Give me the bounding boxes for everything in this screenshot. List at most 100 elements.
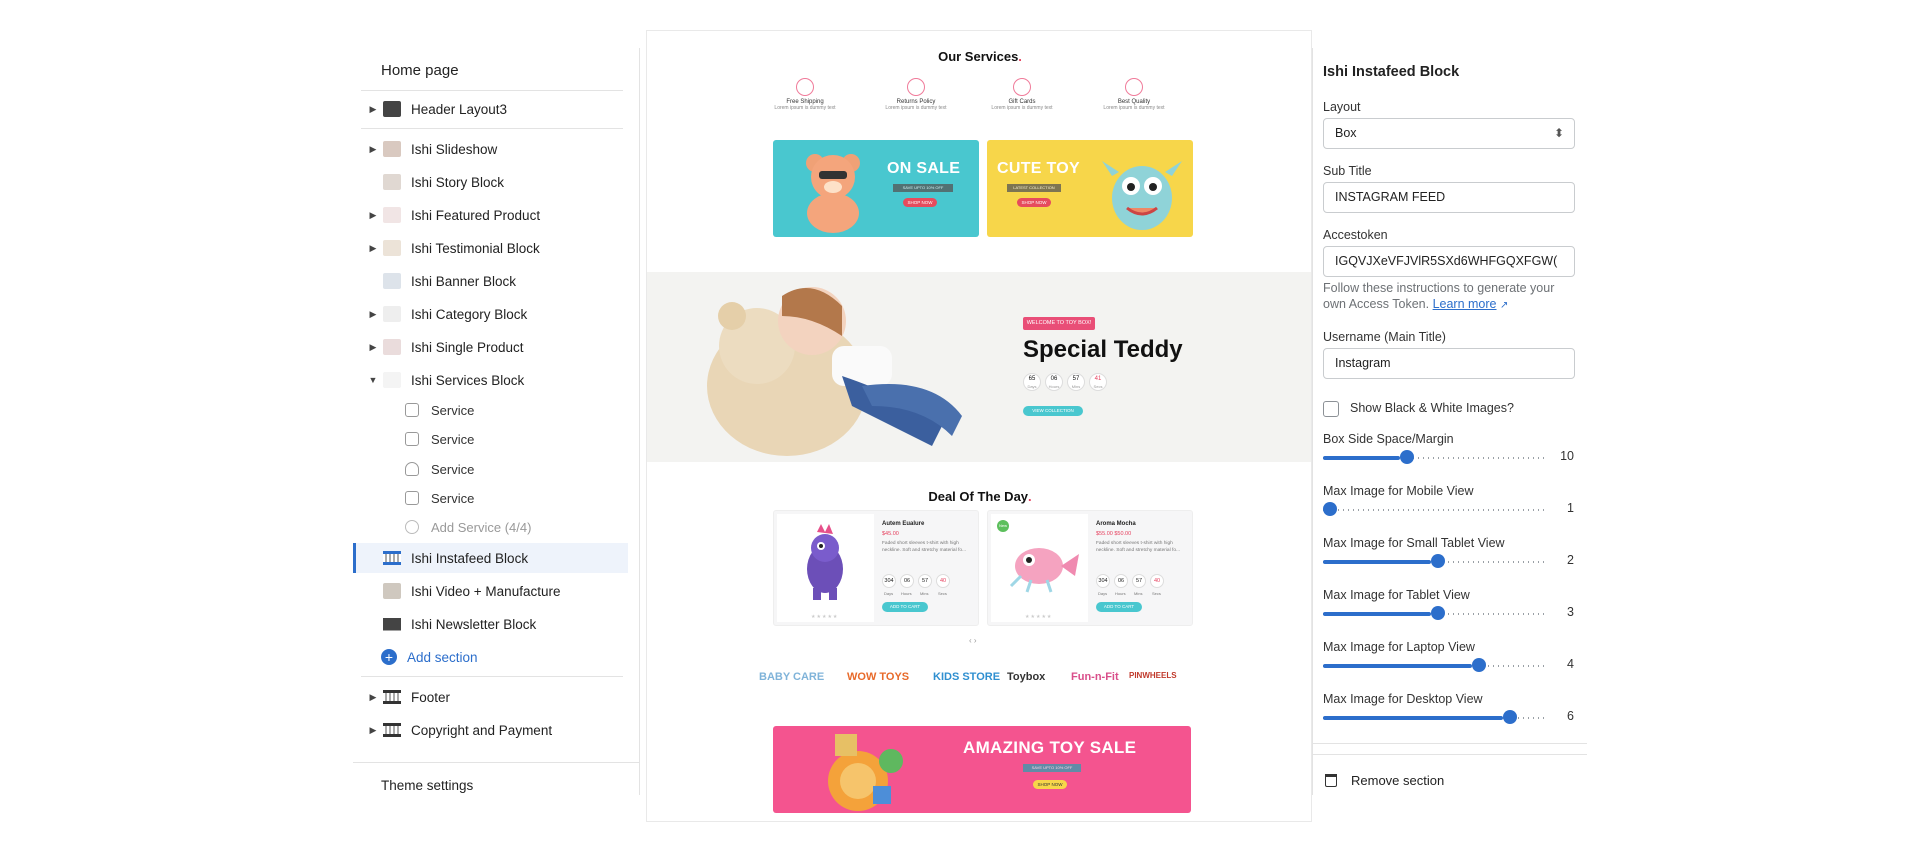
sidebar-item-single-product[interactable]: ▶ Ishi Single Product [353, 332, 628, 362]
slider-track[interactable] [1323, 509, 1548, 511]
product-name[interactable]: Aroma Mocha [1096, 521, 1136, 527]
slider-knob[interactable] [1399, 450, 1414, 464]
range-slider[interactable] [1323, 710, 1548, 724]
carousel-arrows[interactable]: ‹ › [969, 636, 977, 645]
section-block-icon [383, 723, 401, 737]
add-to-cart-button[interactable]: ADD TO CART [1096, 602, 1142, 612]
brand-logo[interactable]: PINWHEELS [1129, 671, 1177, 680]
service-item: Best Quality Lorem ipsum is dummy text [1079, 78, 1189, 111]
sidebar-item-banner[interactable]: Ishi Banner Block [353, 266, 628, 296]
caret-icon[interactable]: ▶ [363, 210, 383, 221]
banner-title: AMAZING TOY SALE [963, 738, 1137, 757]
layout-select[interactable]: Box [1323, 118, 1575, 149]
section-thumbnail [383, 240, 401, 256]
caret-icon[interactable]: ▶ [363, 725, 383, 736]
brand-logo[interactable]: WOW TOYS [847, 671, 909, 683]
brand-logo[interactable]: Fun-n-Fit [1071, 671, 1119, 683]
storefront-preview: Our Services. Free Shipping Lorem ipsum … [646, 30, 1312, 822]
sidebar-subitem-service[interactable]: Service [353, 483, 628, 513]
slider-knob[interactable] [1323, 502, 1337, 516]
truck-icon [796, 78, 814, 96]
brand-logo[interactable]: BABY CARE [759, 671, 824, 683]
sidebar-item-slideshow[interactable]: ▶ Ishi Slideshow [353, 134, 628, 164]
brand-logo[interactable]: KIDS STORE [933, 671, 1000, 683]
learn-more-link[interactable]: Learn more [1433, 297, 1497, 311]
sidebar-item-instafeed[interactable]: Ishi Instafeed Block [353, 543, 628, 573]
username-input[interactable]: Instagram [1323, 348, 1575, 379]
sidebar-subitem-service[interactable]: Service [353, 424, 628, 454]
deal-product-card[interactable]: ★★★★★ New Aroma Mocha $55.00 $50.00 Fade… [987, 510, 1193, 626]
theme-settings-link[interactable]: Theme settings [381, 778, 473, 793]
divider [361, 90, 623, 91]
sidebar-item-category[interactable]: ▶ Ishi Category Block [353, 299, 628, 329]
sidebar-item-newsletter[interactable]: Ishi Newsletter Block [353, 609, 628, 639]
sidebar-item-services[interactable]: ▼ Ishi Services Block [353, 365, 628, 395]
bw-images-label: Show Black & White Images? [1350, 401, 1514, 415]
range-slider[interactable] [1323, 450, 1548, 464]
subtitle-input[interactable]: INSTAGRAM FEED [1323, 182, 1575, 213]
medal-icon [1125, 78, 1143, 96]
refresh-icon [907, 78, 925, 96]
external-link-icon: ↗ [1500, 300, 1509, 311]
view-collection-button[interactable]: VIEW COLLECTION [1023, 406, 1083, 416]
countdown-unit: Secs [1152, 591, 1161, 596]
countdown-value: 57 [1132, 574, 1146, 588]
amazing-toy-sale-banner[interactable]: AMAZING TOY SALE SAVE UPTO 10% OFF SHOP … [773, 726, 1191, 813]
brand-logo[interactable]: Toybox [1007, 671, 1045, 683]
sidebar-item-story[interactable]: Ishi Story Block [353, 167, 628, 197]
dino-toy-image [807, 524, 843, 600]
divider [1313, 743, 1587, 744]
slider-value: 1 [1567, 501, 1574, 515]
range-slider[interactable] [1323, 606, 1548, 620]
sidebar-item-header[interactable]: ▶ Header Layout3 [353, 94, 628, 124]
sidebar-item-footer[interactable]: ▶ Footer [353, 682, 628, 712]
product-name[interactable]: Autem Eualure [882, 521, 924, 527]
sidebar-item-testimonial[interactable]: ▶ Ishi Testimonial Block [353, 233, 628, 263]
slider-knob[interactable] [1431, 606, 1445, 620]
caret-icon[interactable]: ▶ [363, 309, 383, 320]
slider-knob[interactable] [1471, 658, 1486, 672]
shop-now-button[interactable]: SHOP NOW [1033, 780, 1067, 789]
banner-title: CUTE TOY [997, 160, 1081, 177]
caret-icon[interactable]: ▶ [363, 342, 383, 353]
sidebar-item-label: Header Layout3 [411, 101, 508, 117]
access-token-input[interactable]: IGQVJXeVFJVlR5SXd6WHFGQXFGW( [1323, 246, 1575, 277]
range-slider[interactable] [1323, 502, 1548, 516]
slider-knob[interactable] [1431, 554, 1445, 568]
on-sale-banner[interactable]: ON SALE SAVE UPTO 10% OFF SHOP NOW [773, 140, 979, 237]
sidebar-item-label: Copyright and Payment [411, 722, 553, 738]
divider [1313, 754, 1587, 755]
countdown-unit: Days [1098, 591, 1108, 596]
range-slider[interactable] [1323, 554, 1548, 568]
add-service-button[interactable]: Add Service (4/4) [353, 512, 628, 542]
caret-icon[interactable]: ▶ [363, 144, 383, 155]
add-to-cart-button[interactable]: ADD TO CART [882, 602, 928, 612]
deal-product-card[interactable]: ★★★★★ Autem Eualure $45.00 Faded short s… [773, 510, 979, 626]
caret-icon[interactable]: ▶ [363, 243, 383, 254]
hero-banner[interactable] [647, 272, 1311, 462]
cute-toy-banner[interactable]: CUTE TOY LATEST COLLECTION SHOP NOW [987, 140, 1193, 237]
shop-now-button[interactable]: SHOP NOW [1017, 198, 1051, 207]
slider-knob[interactable] [1503, 710, 1517, 724]
countdown-value: 40 [936, 574, 950, 588]
caret-icon[interactable]: ▶ [363, 692, 383, 703]
section-thumbnail [383, 372, 401, 388]
shop-now-button[interactable]: SHOP NOW [903, 198, 937, 207]
divider [353, 762, 639, 763]
sidebar-item-video[interactable]: Ishi Video + Manufacture [353, 576, 628, 606]
countdown-mins: 57 Mins [1067, 373, 1085, 391]
remove-section-button[interactable]: Remove section [1325, 773, 1444, 788]
sidebar-item-featured-product[interactable]: ▶ Ishi Featured Product [353, 200, 628, 230]
countdown-hours: 06 Hours [1045, 373, 1063, 391]
sidebar-item-label: Footer [411, 689, 451, 705]
range-slider[interactable] [1323, 658, 1548, 672]
caret-icon[interactable]: ▶ [363, 104, 383, 115]
add-section-button[interactable]: + Add section [353, 642, 628, 672]
add-section-label: Add section [407, 649, 478, 665]
sidebar-subitem-service[interactable]: Service [353, 454, 628, 484]
caret-icon[interactable]: ▼ [363, 375, 383, 385]
sidebar-subitem-service[interactable]: Service [353, 395, 628, 425]
section-thumbnail [383, 141, 401, 157]
sidebar-item-copyright[interactable]: ▶ Copyright and Payment [353, 715, 628, 745]
bw-images-checkbox[interactable] [1323, 401, 1339, 417]
